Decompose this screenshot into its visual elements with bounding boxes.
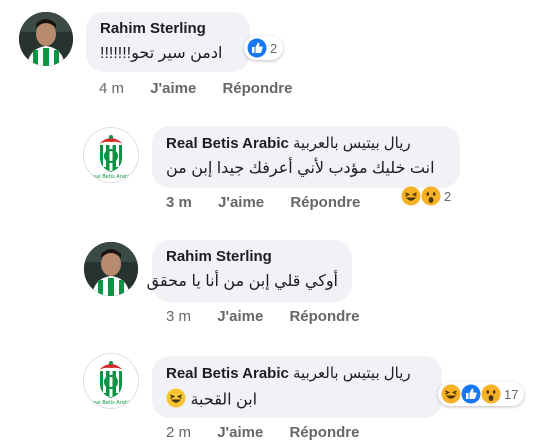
timestamp[interactable]: 2 m <box>166 424 191 441</box>
reaction-count: 17 <box>504 386 519 402</box>
comment-bubble: Rahim Sterling أوكي قلي إبن من أنا يا مح… <box>146 240 352 302</box>
reply-button[interactable]: Répondre <box>289 424 359 441</box>
timestamp[interactable]: 3 m <box>166 194 192 211</box>
timestamp[interactable]: 4 m <box>99 80 124 97</box>
author-name[interactable]: Rahim Sterling <box>100 20 236 37</box>
reply-button[interactable]: Répondre <box>290 194 360 211</box>
comment-actions: 3 m J'aime Répondre <box>166 308 381 325</box>
avatar[interactable] <box>19 12 73 66</box>
reply-button[interactable]: Répondre <box>289 308 359 325</box>
like-button[interactable]: J'aime <box>217 308 263 325</box>
timestamp[interactable]: 3 m <box>166 308 191 325</box>
author-name-arabic: ريال بيتيس بالعربية <box>293 365 411 382</box>
haha-icon <box>401 186 421 206</box>
svg-text:Real Betis Arabic: Real Betis Arabic <box>90 174 133 180</box>
comment-actions: 2 m J'aime Répondre <box>166 424 381 441</box>
reply-button[interactable]: Répondre <box>222 80 292 97</box>
comment-bubble: Rahim Sterling ادمن سير تحو!!!!!!! <box>86 12 250 72</box>
avatar[interactable] <box>84 242 138 296</box>
reactions-summary[interactable]: 17 <box>438 382 525 406</box>
like-icon <box>247 38 267 58</box>
comment-text-content: ابن القحبة <box>190 391 258 409</box>
comment-actions: 4 m J'aime Répondre <box>99 80 314 97</box>
reactions-summary[interactable]: 2 <box>244 36 284 60</box>
avatar[interactable]: Real Betis Arabic <box>84 128 138 182</box>
like-button[interactable]: J'aime <box>217 424 263 441</box>
author-name-latin: Real Betis Arabic <box>166 135 289 152</box>
comment-text: ابن القحبة <box>166 388 428 413</box>
comment-bubble: Real Betis Arabic ريال بيتيس بالعربية اب… <box>152 356 442 418</box>
like-button[interactable]: J'aime <box>218 194 264 211</box>
author-name-latin: Real Betis Arabic <box>166 365 289 382</box>
comment-bubble: Real Betis Arabic ريال بيتيس بالعربية ان… <box>152 126 460 188</box>
haha-icon <box>441 384 461 404</box>
avatar[interactable]: Real Betis Arabic <box>84 354 138 408</box>
comment-text: أوكي قلي إبن من أنا يا محقق <box>146 273 338 290</box>
comment-text: ادمن سير تحو!!!!!!! <box>100 45 223 62</box>
svg-text:Real Betis Arabic: Real Betis Arabic <box>90 400 133 406</box>
author-name-arabic: ريال بيتيس بالعربية <box>293 135 411 152</box>
author-name[interactable]: Rahim Sterling <box>166 248 338 265</box>
laughing-emoji-icon <box>166 388 186 413</box>
comment-text: انت خليك مؤدب لأني أعرفك جيدا إبن من <box>166 160 435 177</box>
like-button[interactable]: J'aime <box>150 80 196 97</box>
like-icon <box>461 384 481 404</box>
author-name[interactable]: Real Betis Arabic ريال بيتيس بالعربية <box>166 134 446 152</box>
wow-icon <box>421 186 441 206</box>
reaction-count: 2 <box>270 40 278 56</box>
author-name[interactable]: Real Betis Arabic ريال بيتيس بالعربية <box>166 364 428 382</box>
reactions-summary[interactable]: 2 <box>398 184 457 208</box>
wow-icon <box>481 384 501 404</box>
reaction-count: 2 <box>444 188 452 204</box>
comment-actions: 3 m J'aime Répondre <box>166 194 382 211</box>
